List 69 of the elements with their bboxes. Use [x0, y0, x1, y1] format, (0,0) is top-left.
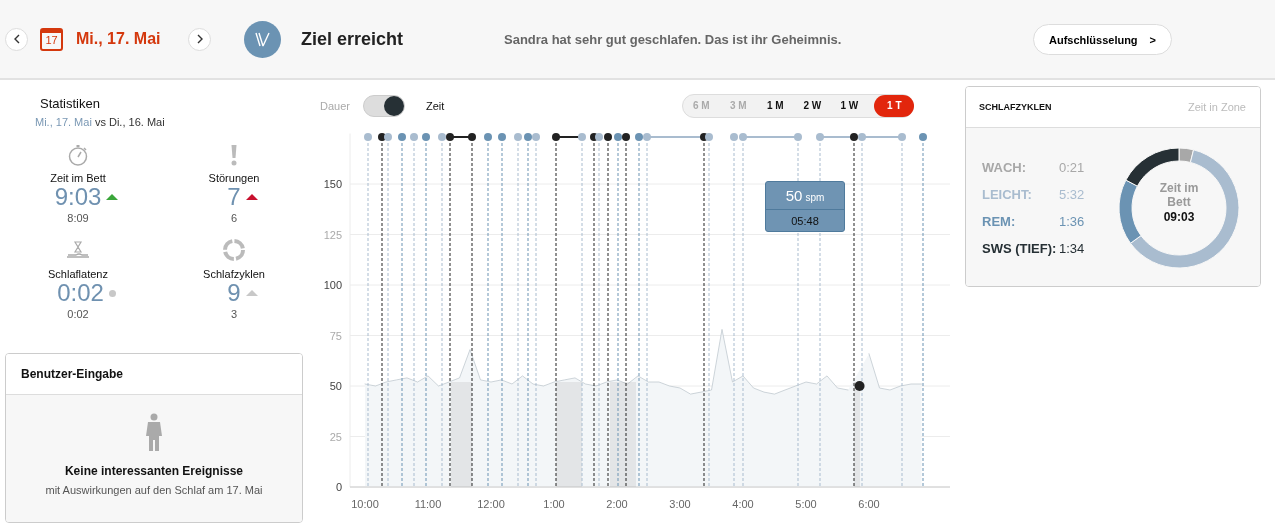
range-tab[interactable]: 1 W [831, 94, 868, 117]
stat-label: Zeit im Bett [50, 172, 106, 184]
range-tab[interactable]: 2 W [794, 94, 831, 117]
axis-label: 10:00 [351, 498, 379, 510]
toggle-label[interactable]: Zeit [425, 99, 445, 112]
hover-point-marker [854, 381, 865, 391]
axis-label: 1:00 [543, 498, 565, 510]
avatar-logo-icon [244, 20, 281, 58]
donut-center-label: Zeit im Bett [1158, 181, 1200, 209]
chevron-right-icon [195, 34, 204, 44]
axis-label: 3:00 [669, 498, 691, 510]
axis-label: 25 [329, 430, 342, 443]
empty-state-text: mit Auswirkungen auf den Schlaf am 17. Mai [45, 484, 263, 496]
date-label: Mi., 17. Mai [76, 30, 162, 48]
axis-label: 75 [329, 329, 342, 342]
cycle-ring-icon [222, 238, 246, 262]
donut-center-value: 09:03 [1163, 210, 1195, 224]
axis-label: 6:00 [858, 498, 880, 510]
stat-label: Schlafzyklen [203, 268, 265, 280]
calendar-icon: 17 [40, 27, 63, 51]
person-icon [145, 413, 163, 453]
axis-label: 2:00 [606, 498, 628, 510]
stat-value: 0:02 [57, 280, 104, 306]
axis-label: 5:00 [795, 498, 817, 510]
tooltip-time: 05:48 [790, 213, 820, 229]
sleep-message: Sandra hat sehr gut geschlafen. Das ist ihr Geheimnis. [504, 31, 843, 47]
zone-label: REM: [982, 214, 1017, 229]
stat-label: Schlaflatenz [48, 268, 108, 280]
previous-value: 0:02 [67, 308, 89, 320]
tooltip-value: 50 [785, 187, 803, 204]
card-title: SCHLAFZYKLEN [979, 102, 1052, 112]
mode-toggle[interactable] [362, 94, 405, 117]
stat-label: Störungen [208, 172, 260, 184]
next-day-button[interactable] [188, 27, 211, 51]
stats-title: Statistiken [40, 96, 100, 111]
stopwatch-icon [67, 144, 89, 166]
zone-label: SWS (TIEF): [982, 241, 1058, 256]
axis-label: 11:00 [414, 498, 442, 510]
axis-label: 150 [323, 178, 342, 190]
axis-label: 12:00 [477, 498, 505, 510]
card-subtitle: Zeit in Zone [1187, 101, 1246, 113]
previous-value: 3 [230, 308, 238, 320]
previous-day-button[interactable] [5, 27, 28, 51]
tooltip-unit: spm [805, 191, 825, 203]
previous-value: 8:09 [67, 212, 89, 224]
stat-value: 9:03 [54, 184, 102, 210]
range-tab[interactable]: 1 M [757, 94, 794, 117]
axis-label: 4:00 [732, 498, 754, 510]
axis-label: 100 [323, 279, 342, 291]
exclamation-icon [229, 144, 239, 166]
empty-state-headline: Keine interessanten Ereignisse [64, 464, 244, 478]
previous-value: 6 [230, 212, 238, 224]
stat-value: 9 [227, 280, 241, 306]
breakdown-button[interactable]: Aufschlüsselung > [1033, 24, 1172, 55]
chevron-left-icon [12, 34, 21, 44]
zone-value: 1:34 [1059, 241, 1086, 256]
stat-value: 7 [227, 184, 241, 210]
zone-label: WACH: [982, 160, 1028, 175]
card-title: Benutzer-Eingabe [21, 367, 123, 381]
range-tab[interactable]: 1 T [874, 94, 915, 117]
zone-value: 5:32 [1059, 187, 1086, 202]
comparison-subtitle: Mi., 17. Mai vs Di., 16. Mai [35, 116, 165, 128]
zone-value: 1:36 [1059, 214, 1086, 229]
zone-value: 0:21 [1059, 160, 1086, 175]
axis-label: 0 [335, 481, 342, 493]
goal-title: Ziel erreicht [301, 28, 405, 50]
zone-label: LEICHT: [982, 187, 1033, 202]
axis-label: 125 [323, 228, 342, 241]
axis-label: 50 [329, 380, 342, 392]
